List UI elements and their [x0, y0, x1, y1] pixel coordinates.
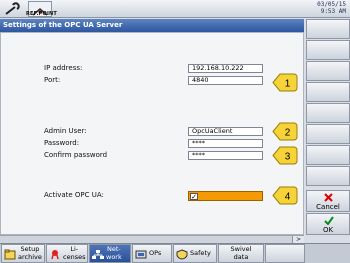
cancel-button[interactable]: Cancel	[306, 190, 350, 212]
softkey-right-8[interactable]	[306, 166, 350, 186]
callout-badge-1-text: 1	[285, 79, 291, 90]
softkey-right-1[interactable]	[306, 19, 350, 39]
ref-point-label: REF.POINT	[26, 11, 58, 17]
licenses-button[interactable]: Li-censes	[46, 244, 88, 263]
softkey-right-5[interactable]	[306, 103, 350, 123]
ip-address-label: IP address:	[44, 64, 83, 72]
confirm-password-field[interactable]: ****	[188, 151, 263, 160]
callout-badge-1: 1	[272, 73, 298, 92]
callout-badge-4: 4	[272, 186, 298, 205]
admin-user-field[interactable]: OpcUaClient	[188, 127, 263, 136]
password-field[interactable]: ****	[188, 139, 263, 148]
safety-label: Safety	[190, 249, 211, 257]
network-label: Net-work	[106, 245, 122, 261]
activate-opc-ua-label: Activate OPC UA:	[44, 191, 104, 199]
screen: { "topbar": { "tool_icon": "wrench-icon"…	[0, 0, 350, 263]
callout-badge-3-text: 3	[285, 152, 291, 163]
safety-button[interactable]: Safety	[173, 244, 217, 263]
ops-button[interactable]: OPs	[132, 244, 172, 263]
page-title: Settings of the OPC UA Server	[3, 21, 123, 29]
callout-badge-4-text: 4	[285, 192, 291, 203]
admin-user-label: Admin User:	[44, 127, 87, 135]
softkey-right-6[interactable]	[306, 124, 350, 144]
confirm-password-label: Confirm password	[44, 151, 108, 159]
wrench-icon[interactable]	[3, 2, 25, 16]
license-icon	[51, 250, 59, 260]
time-text: 9:53 AM	[320, 8, 346, 15]
cancel-x-icon	[324, 193, 333, 202]
ok-label: OK	[322, 226, 334, 234]
ok-button[interactable]: OK	[306, 213, 350, 235]
password-label: Password:	[44, 139, 80, 147]
checkmark-icon	[324, 216, 334, 225]
date-text: 03/05/15	[317, 1, 346, 8]
datetime: 03/05/15 9:53 AM	[317, 1, 346, 15]
setup-archive-label: Setup archive	[18, 245, 42, 261]
softkey-right-2[interactable]	[306, 40, 350, 60]
activate-opc-ua-checkbox[interactable]: ✓	[190, 193, 198, 201]
softkey-right-4[interactable]	[306, 82, 350, 102]
title-bar: Settings of the OPC UA Server	[0, 19, 304, 32]
softkey-right-7[interactable]	[306, 145, 350, 165]
softkey-right-3[interactable]	[306, 61, 350, 81]
ops-label: OPs	[149, 249, 162, 257]
network-button[interactable]: Net-work	[89, 244, 131, 263]
top-bar: REF.POINT 03/05/15 9:53 AM	[0, 0, 350, 18]
setup-archive-icon	[4, 249, 16, 260]
cancel-label: Cancel	[316, 203, 340, 211]
callout-badge-2: 2	[272, 122, 298, 141]
licenses-label: Li-censes	[63, 245, 86, 261]
safety-icon	[176, 249, 188, 260]
port-field[interactable]: 4840	[188, 76, 263, 85]
swivel-data-label: Swivel data	[230, 245, 252, 261]
setup-archive-button[interactable]: Setup archive	[1, 244, 45, 263]
activate-opc-ua-field[interactable]: ✓	[188, 191, 263, 201]
port-label: Port:	[44, 76, 61, 84]
callout-badge-3: 3	[272, 146, 298, 165]
swivel-data-button[interactable]: Swivel data	[218, 244, 264, 263]
ip-address-field[interactable]: 192.168.10.222	[188, 64, 263, 73]
ops-icon	[135, 250, 147, 259]
bottom-softkey-empty[interactable]	[265, 244, 305, 263]
callout-badge-2-text: 2	[285, 128, 291, 139]
horizontal-scrollbar[interactable]: >	[0, 235, 304, 244]
network-icon	[92, 250, 104, 259]
